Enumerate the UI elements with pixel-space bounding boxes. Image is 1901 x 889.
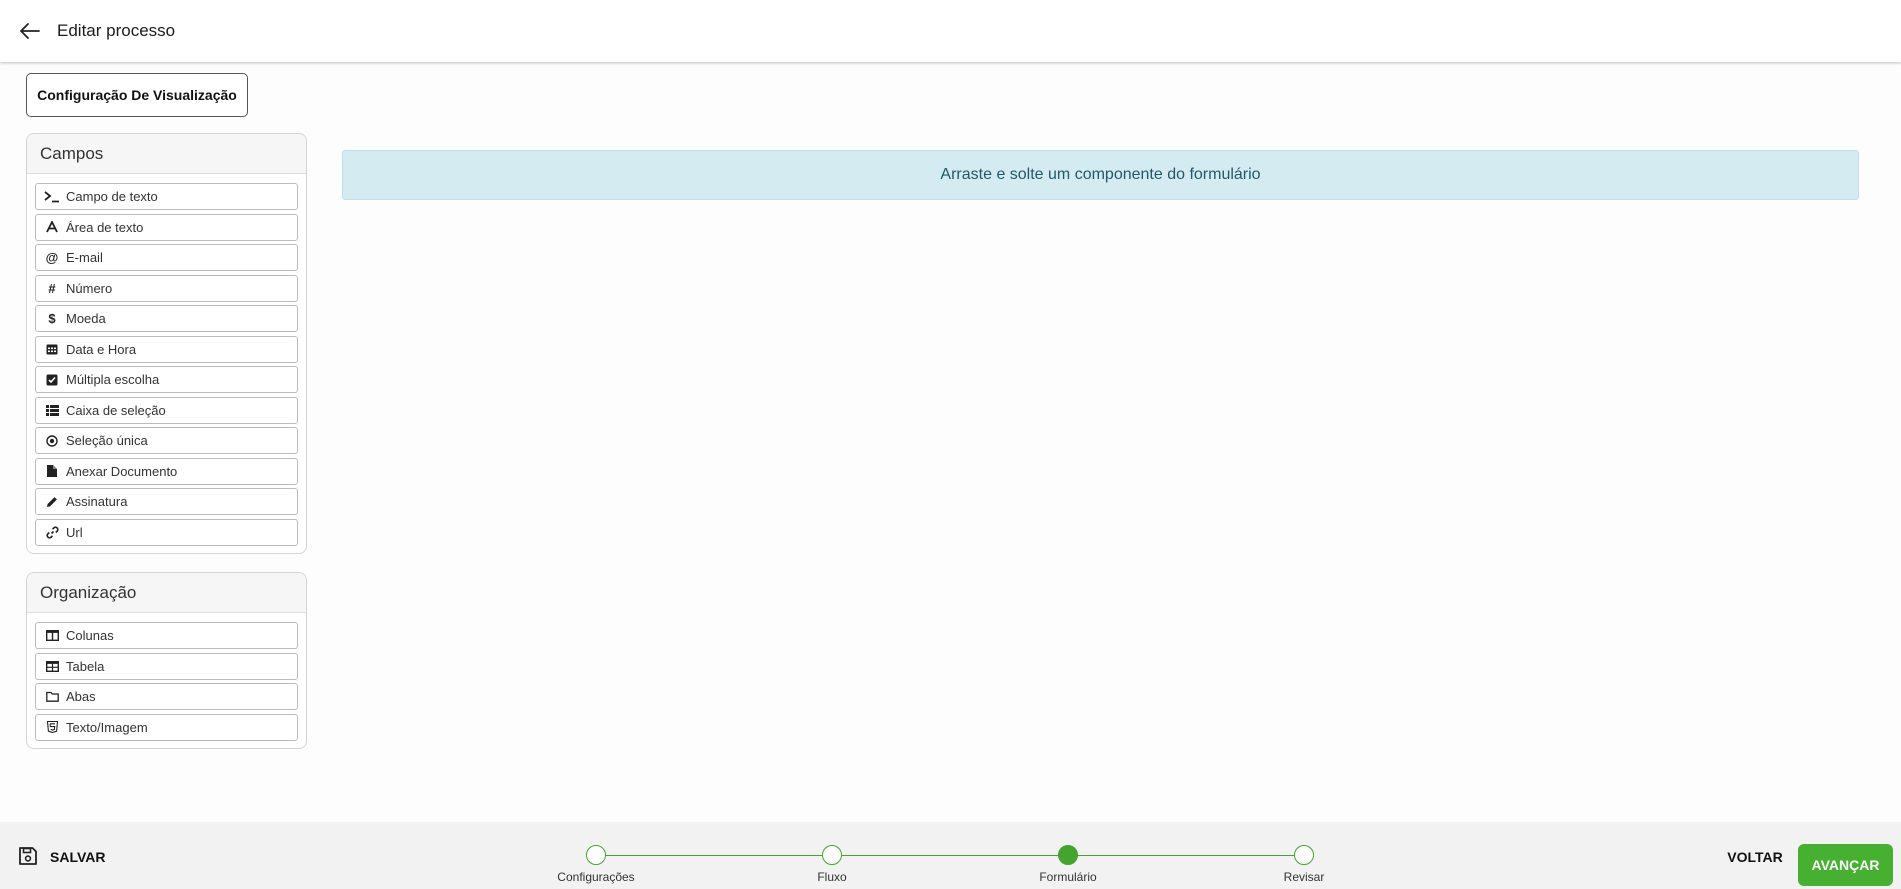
field-number[interactable]: # Número [35, 274, 298, 302]
item-label: Texto/Imagem [66, 719, 148, 735]
dollar-icon: $ [48, 311, 56, 326]
field-url[interactable]: Url [35, 518, 298, 546]
step-revisar-dot[interactable] [1294, 845, 1314, 865]
field-textarea[interactable]: Área de texto [35, 213, 298, 241]
organization-panel: Organização Colunas Tabela Abas Texto/Im… [26, 572, 307, 749]
step-label-formulario: Formulário [1039, 870, 1097, 884]
field-signature[interactable]: Assinatura [35, 488, 298, 515]
checkbox-icon [44, 372, 60, 388]
field-email[interactable]: @ E-mail [35, 244, 298, 271]
html5-icon [44, 719, 60, 735]
field-datetime[interactable]: Data e Hora [35, 335, 298, 363]
item-label: Campo de texto [66, 189, 158, 204]
fields-panel: Campos Campo de texto Área de texto @ E-… [26, 133, 307, 554]
field-multiple-choice[interactable]: Múltipla escolha [35, 366, 298, 393]
table-icon [44, 658, 60, 674]
fields-panel-title: Campos [27, 134, 306, 174]
item-label: Caixa de seleção [66, 402, 166, 418]
step-fluxo-dot[interactable] [822, 845, 842, 865]
link-icon [44, 524, 60, 540]
item-label: Moeda [66, 311, 106, 326]
item-label: E-mail [66, 250, 103, 265]
organization-panel-title: Organização [27, 573, 306, 613]
at-icon: @ [45, 250, 59, 265]
columns-icon [44, 628, 60, 644]
step-formulario-dot[interactable] [1058, 845, 1078, 865]
form-drop-zone[interactable]: Arraste e solte um componente do formulá… [342, 150, 1859, 200]
radio-icon [44, 433, 60, 449]
field-select-box[interactable]: Caixa de seleção [35, 396, 298, 424]
back-arrow-icon[interactable] [13, 14, 47, 48]
item-label: Assinatura [66, 494, 128, 509]
page-title: Editar processo [57, 21, 176, 40]
app-header: Editar processo [0, 0, 1901, 62]
footer-bar: SALVAR Configurações Fluxo Formulário Re… [0, 822, 1901, 889]
step-connector [1077, 855, 1294, 856]
step-label-revisar: Revisar [1283, 870, 1325, 884]
item-label: Colunas [66, 628, 114, 643]
field-currency[interactable]: $ Moeda [35, 305, 298, 332]
font-a-icon [44, 219, 60, 235]
item-label: Tabela [66, 658, 105, 674]
item-label: Abas [66, 689, 96, 704]
next-button[interactable]: AVANÇAR [1798, 844, 1893, 886]
step-configuracoes-dot[interactable] [586, 845, 606, 865]
calendar-icon [44, 341, 60, 357]
item-label: Url [66, 524, 83, 540]
item-label: Número [66, 280, 113, 296]
item-label: Data e Hora [66, 341, 137, 357]
item-label: Anexar Documento [66, 463, 178, 479]
item-label: Múltipla escolha [66, 372, 160, 387]
field-text-input[interactable]: Campo de texto [35, 183, 298, 210]
layout-columns[interactable]: Colunas [35, 622, 298, 649]
item-label: Área de texto [66, 219, 144, 235]
file-icon [44, 463, 60, 479]
list-icon [44, 402, 60, 418]
back-button[interactable]: VOLTAR [1720, 844, 1790, 870]
layout-text-image[interactable]: Texto/Imagem [35, 713, 298, 741]
step-label-configuracoes: Configurações [557, 870, 635, 884]
terminal-icon [44, 189, 60, 205]
layout-table[interactable]: Tabela [35, 652, 298, 680]
view-config-button[interactable]: Configuração De Visualização [26, 73, 248, 117]
layout-tabs[interactable]: Abas [35, 683, 298, 710]
step-connector [605, 855, 822, 856]
process-stepper: Configurações Fluxo Formulário Revisar [0, 822, 1901, 889]
hash-icon: # [48, 280, 56, 296]
step-label-fluxo: Fluxo [817, 870, 847, 884]
item-label: Seleção única [66, 433, 148, 448]
folder-icon [44, 689, 60, 705]
pencil-icon [44, 494, 60, 510]
field-attach-document[interactable]: Anexar Documento [35, 457, 298, 485]
step-connector [841, 855, 1058, 856]
field-single-choice[interactable]: Seleção única [35, 427, 298, 454]
